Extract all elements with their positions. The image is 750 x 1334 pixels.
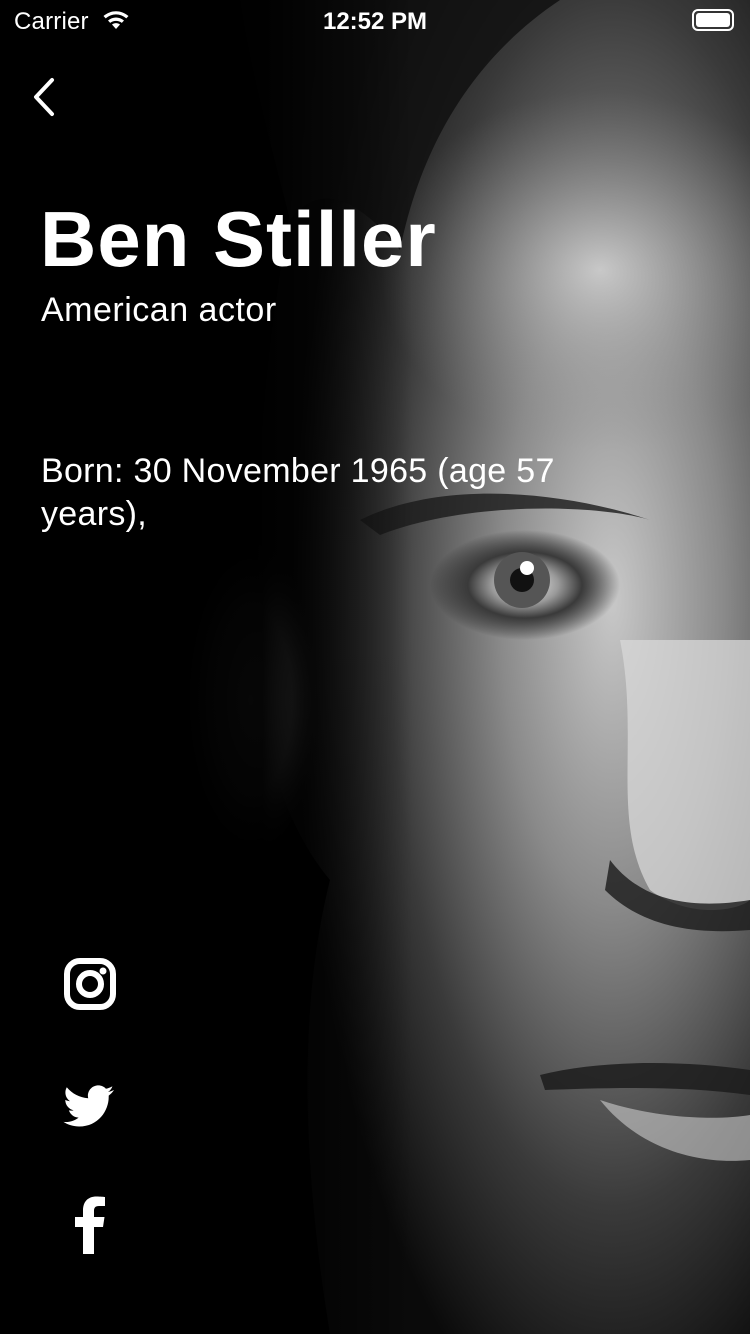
twitter-icon bbox=[63, 1085, 114, 1127]
instagram-icon bbox=[64, 958, 116, 1010]
status-time: 12:52 PM bbox=[322, 8, 428, 35]
facebook-button[interactable] bbox=[40, 1174, 140, 1274]
back-button[interactable] bbox=[24, 72, 68, 122]
person-description: American actor bbox=[41, 291, 277, 329]
chevron-left-icon bbox=[34, 78, 54, 116]
twitter-button[interactable] bbox=[40, 1054, 140, 1154]
facebook-icon bbox=[75, 1196, 105, 1254]
person-name: Ben Stiller bbox=[40, 195, 437, 283]
profile-screen: Carrier 12:52 PM Ben Stiller American ac… bbox=[0, 0, 750, 1334]
instagram-button[interactable] bbox=[40, 934, 140, 1034]
status-bar: Carrier 12:52 PM bbox=[0, 0, 750, 40]
battery-icon bbox=[692, 9, 734, 31]
born-info: Born: 30 November 1965 (age 57 years), bbox=[41, 452, 555, 533]
